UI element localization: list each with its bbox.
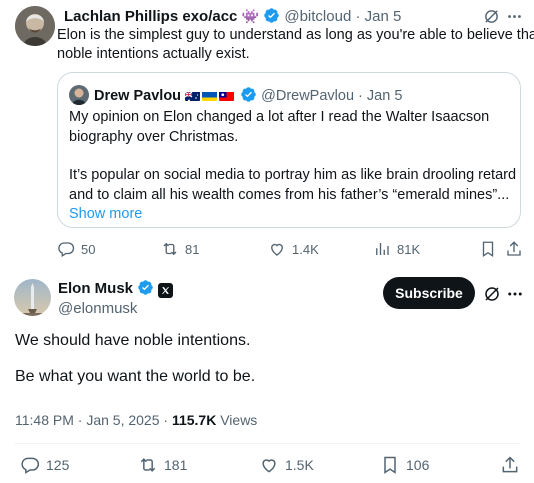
bookmark-icon: [384, 456, 396, 474]
reply-count: 50: [81, 241, 96, 257]
like-button[interactable]: 1.5K: [259, 455, 314, 475]
quote-header: Drew Pavlou @DrewPavlou · Jan 5: [94, 87, 403, 104]
reply-icon: [21, 457, 40, 474]
share-button[interactable]: [500, 455, 520, 475]
share-button[interactable]: [505, 240, 523, 258]
quote-author-handle: @DrewPavlou: [261, 88, 355, 104]
share-icon: [502, 456, 518, 473]
bookmark-button[interactable]: 106: [380, 455, 429, 475]
repost-count: 81: [185, 241, 200, 257]
quote-author-name: Drew Pavlou: [94, 88, 182, 104]
tweet-header: Lachlan Phillips exo/acc 👾 @bitcloud · J…: [64, 8, 402, 25]
views-button[interactable]: 81K: [373, 240, 420, 258]
main-author-block: Elon Musk @elonmusk: [58, 279, 174, 319]
avatar-elon[interactable]: [14, 279, 51, 316]
reply-count: 125: [46, 457, 70, 473]
tweet-timestamp[interactable]: 11:48 PM · Jan 5, 2025 ·: [15, 412, 172, 428]
taiwan-flag-icon: [219, 90, 235, 101]
bookmark-icon: [482, 241, 494, 258]
avatar-drew: [69, 85, 89, 105]
avatar-lachlan[interactable]: [15, 6, 55, 46]
subscribe-button[interactable]: Subscribe: [383, 277, 475, 309]
verified-badge-icon: [241, 87, 256, 102]
author-emoji: 👾: [241, 8, 260, 24]
like-button[interactable]: 1.4K: [268, 240, 319, 258]
repost-icon: [163, 242, 177, 256]
like-count: 1.4K: [292, 241, 319, 257]
tweet-meta: 11:48 PM · Jan 5, 2025 · 115.7K Views: [15, 411, 257, 429]
main-tweet-text: We should have noble intentions. Be what…: [15, 332, 256, 385]
x-affiliate-badge-icon[interactable]: [158, 283, 174, 298]
view-count: 115.7K: [171, 412, 217, 428]
heart-icon: [271, 243, 283, 256]
quote-text: My opinion on Elon changed a lot after I…: [69, 108, 516, 225]
verified-badge-icon: [138, 280, 153, 295]
views-count: 81K: [397, 241, 421, 257]
main-author-handle[interactable]: @elonmusk: [58, 299, 173, 319]
reply-button[interactable]: 125: [20, 455, 69, 475]
grok-icon[interactable]: [482, 7, 500, 25]
more-icon[interactable]: [505, 284, 525, 304]
tweet-text: Elon is the simplest guy to understand a…: [57, 27, 534, 62]
like-count: 1.5K: [285, 457, 314, 473]
quoted-tweet[interactable]: Drew Pavlou @DrewPavlou · Jan 5 My opini…: [57, 72, 521, 228]
more-icon[interactable]: [505, 7, 523, 25]
verified-badge-icon: [264, 8, 279, 23]
main-author-name[interactable]: Elon Musk: [58, 280, 133, 297]
divider: [14, 443, 520, 444]
share-icon: [507, 241, 521, 256]
tweet-date[interactable]: Jan 5: [365, 8, 402, 25]
repost-icon: [140, 458, 156, 472]
repost-button[interactable]: 81: [161, 240, 199, 258]
bookmark-count: 106: [406, 457, 430, 473]
ukraine-flag-icon: [202, 90, 218, 101]
views-label: Views: [216, 412, 258, 428]
bookmark-button[interactable]: [479, 240, 497, 258]
heart-icon: [262, 459, 276, 473]
quote-date: Jan 5: [366, 88, 403, 104]
reply-icon: [58, 242, 75, 257]
author-handle[interactable]: @bitcloud: [284, 8, 351, 25]
author-name[interactable]: Lachlan Phillips exo/acc: [64, 8, 237, 25]
show-more-link[interactable]: Show more: [69, 205, 514, 225]
views-icon: [376, 243, 389, 255]
reply-button[interactable]: 50: [57, 240, 95, 258]
australia-flag-icon: [185, 90, 201, 101]
grok-icon[interactable]: [482, 284, 502, 304]
repost-count: 181: [164, 457, 188, 473]
repost-button[interactable]: 181: [138, 455, 187, 475]
